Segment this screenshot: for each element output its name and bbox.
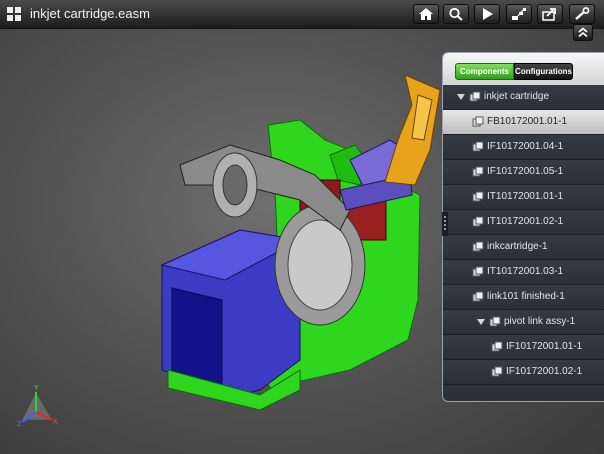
play-button[interactable] (474, 4, 500, 24)
tab-components[interactable]: Components (455, 63, 514, 80)
axis-triad: Y X Z (17, 385, 58, 428)
part-icon (472, 166, 484, 177)
document-title: inkjet cartridge.easm (30, 6, 150, 21)
viewer-screen: inkjet cartridge.easm Components Configu… (0, 0, 604, 454)
part-icon (491, 366, 503, 377)
explode-button[interactable] (506, 4, 532, 24)
tree-item-label: inkjet cartridge (484, 91, 550, 102)
tree-item[interactable]: link101 finished-1 (443, 285, 604, 310)
home-icon (419, 8, 433, 20)
tree-item-label: pivot link assy-1 (504, 316, 576, 327)
assembly-3d-model[interactable] (150, 70, 450, 410)
panel-drag-handle[interactable] (442, 212, 448, 236)
tree-item[interactable]: IT10172001.03-1 (443, 260, 604, 285)
part-icon (472, 116, 484, 127)
tree-item-label: IF10172001.01-1 (506, 341, 583, 352)
tree-item[interactable]: inkcartridge-1 (443, 235, 604, 260)
assembly-icon (469, 91, 481, 102)
assembly-icon (489, 316, 501, 327)
wrench-icon (575, 7, 590, 20)
tree-item-inkjet-cartridge[interactable]: inkjet cartridge (443, 85, 604, 110)
tree-item-label: FB10172001.01-1 (487, 116, 568, 127)
collapse-panel-button[interactable] (573, 24, 593, 41)
part-icon (472, 191, 484, 202)
part-icon (491, 341, 503, 352)
share-icon (542, 8, 556, 21)
part-icon (472, 216, 484, 227)
play-icon (483, 8, 493, 20)
x-axis-label: X (53, 419, 58, 426)
tree-item-label: IF10172001.02-1 (506, 366, 583, 377)
part-icon (472, 141, 484, 152)
tree-item[interactable]: IF10172001.02-1 (443, 360, 604, 385)
tree-item-pivot-link-assy[interactable]: pivot link assy-1 (443, 310, 604, 335)
tree-item[interactable]: IF10172001.04-1 (443, 135, 604, 160)
tree-item-label: IF10172001.04-1 (487, 141, 564, 152)
double-chevron-up-icon (578, 27, 588, 38)
tools-button[interactable] (569, 4, 595, 24)
expand-triangle-icon[interactable] (477, 318, 485, 326)
tree-item-label: IT10172001.02-1 (487, 216, 564, 227)
tree-item[interactable]: IT10172001.02-1 (443, 210, 604, 235)
tab-configurations[interactable]: Configurations (514, 63, 573, 80)
tree-item[interactable]: IF10172001.01-1 (443, 335, 604, 360)
explode-icon (512, 8, 526, 20)
search-icon (449, 7, 463, 21)
z-axis-label: Z (17, 421, 22, 428)
search-button[interactable] (443, 4, 469, 24)
tree-item-label: IT10172001.03-1 (487, 266, 564, 277)
share-button[interactable] (537, 4, 563, 24)
top-toolbar: inkjet cartridge.easm (0, 0, 604, 29)
part-icon (472, 291, 484, 302)
expand-triangle-icon[interactable] (457, 93, 465, 101)
tree-item-selected[interactable]: FB10172001.01-1 (443, 110, 604, 135)
grid-menu-icon[interactable] (6, 6, 22, 22)
components-panel: Components Configurations inkjet cartrid… (442, 52, 604, 402)
tree-item-label: IF10172001.05-1 (487, 166, 564, 177)
tree-item[interactable]: IT10172001.01-1 (443, 185, 604, 210)
tree-item[interactable]: IF10172001.05-1 (443, 160, 604, 185)
tree-item-label: inkcartridge-1 (487, 241, 548, 252)
part-icon (472, 266, 484, 277)
part-icon (472, 241, 484, 252)
tree-item-label: link101 finished-1 (487, 291, 565, 302)
tree-item-label: IT10172001.01-1 (487, 191, 564, 202)
y-axis-label: Y (34, 385, 39, 392)
home-button[interactable] (413, 4, 439, 24)
